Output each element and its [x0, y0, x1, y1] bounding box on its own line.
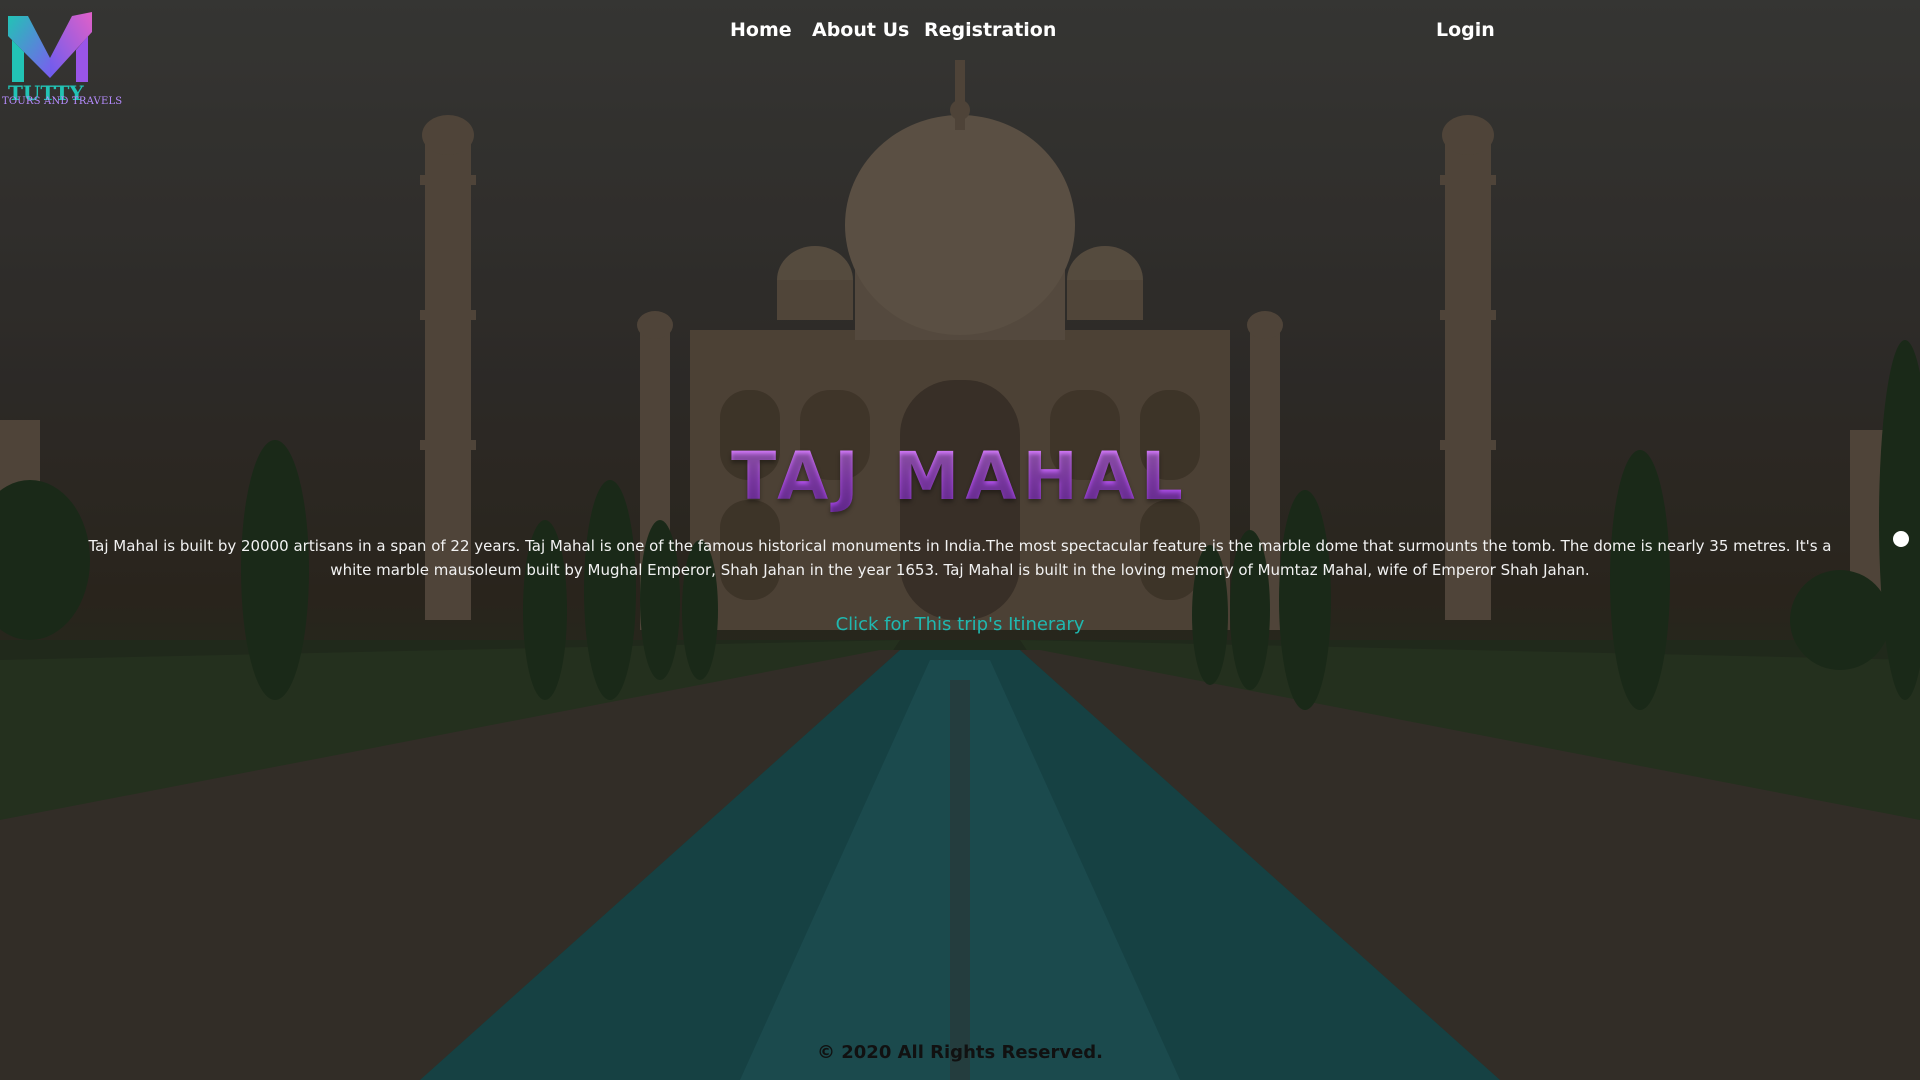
nav-login-link[interactable]: Login [1436, 12, 1495, 48]
hero-description: Taj Mahal is built by 20000 artisans in … [88, 537, 1832, 579]
top-nav: Home About Us Registration Login [0, 12, 1920, 48]
slider-dot-indicator[interactable] [1893, 531, 1909, 547]
itinerary-link[interactable]: Click for This trip's Itinerary [0, 614, 1920, 635]
logo-tagline: TOURS AND TRAVELS [2, 96, 123, 107]
hero-title: TAJ MAHAL [0, 438, 1920, 515]
page: TUTTY TOURS AND TRAVELS Home About Us Re… [0, 0, 1920, 1080]
nav-home-link[interactable]: Home [730, 12, 792, 48]
nav-registration-link[interactable]: Registration [924, 12, 1056, 48]
nav-about-link[interactable]: About Us [812, 12, 909, 48]
footer-copyright: © 2020 All Rights Reserved. [816, 1042, 1103, 1063]
